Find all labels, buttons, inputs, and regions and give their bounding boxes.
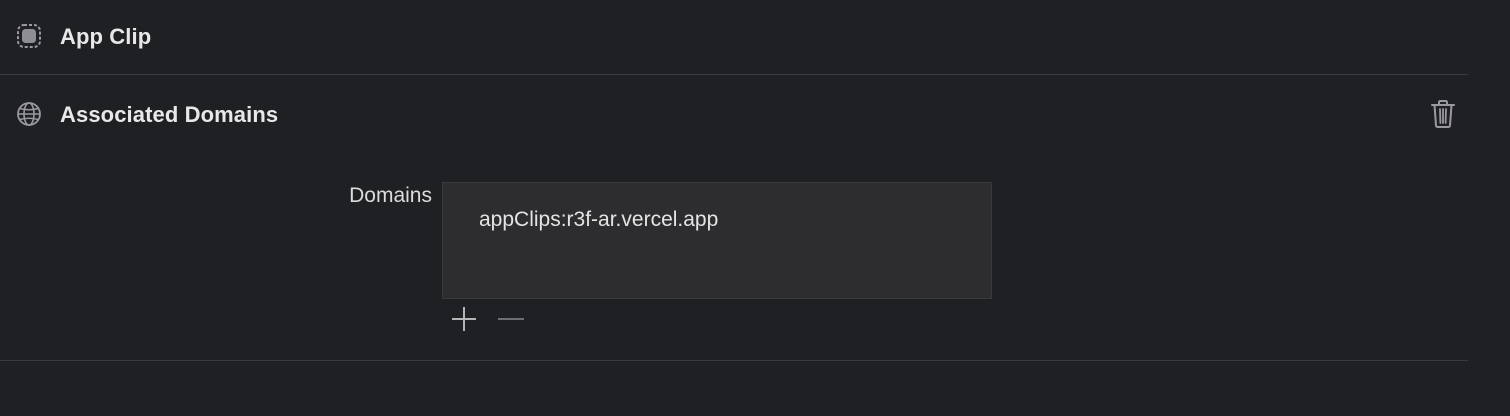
- domain-list-item[interactable]: appClips:r3f-ar.vercel.app: [479, 208, 718, 232]
- section-divider: [0, 74, 1468, 75]
- capability-app-clip: App Clip: [0, 18, 1468, 54]
- capability-associated-domains: Associated Domains: [0, 96, 1468, 132]
- domains-field-label: Domains: [349, 184, 432, 207]
- remove-domain-button[interactable]: [496, 305, 526, 333]
- delete-capability-button[interactable]: [1428, 98, 1458, 130]
- globe-icon: [17, 102, 41, 126]
- app-clip-title: App Clip: [60, 24, 152, 49]
- minus-icon: [498, 318, 524, 320]
- section-divider: [0, 360, 1468, 361]
- plus-icon: [452, 307, 476, 331]
- domains-list[interactable]: appClips:r3f-ar.vercel.app: [442, 182, 992, 299]
- add-domain-button[interactable]: [450, 305, 480, 333]
- trash-icon: [1431, 100, 1455, 128]
- associated-domains-title: Associated Domains: [60, 102, 279, 127]
- app-clip-icon: [17, 24, 41, 48]
